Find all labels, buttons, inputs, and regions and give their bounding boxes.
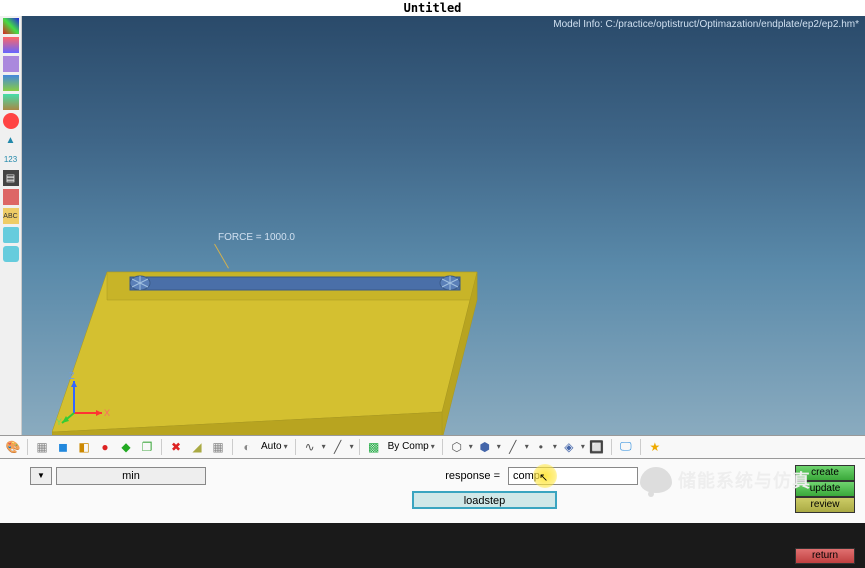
watermark-text: 储能系统与仿真 [678, 467, 811, 493]
bycomp-dropdown[interactable]: By Comp▾ [386, 441, 437, 452]
tool-icon-5[interactable] [3, 94, 19, 110]
cube-solid-blue-icon[interactable]: ◼ [54, 438, 72, 456]
line-dd[interactable]: ▾ [350, 442, 354, 451]
cube-wire-icon[interactable]: ▦ [33, 438, 51, 456]
delete-x-icon[interactable]: ✖ [167, 438, 185, 456]
cube-green-icon[interactable]: ◆ [117, 438, 135, 456]
axis-x-label: X [104, 408, 110, 418]
tool-icon-13[interactable] [3, 246, 19, 262]
erase-icon[interactable]: ◢ [188, 438, 206, 456]
tool-icon-2[interactable] [3, 37, 19, 53]
panel-area: ▼ min response = comp ↖ loadstep create … [0, 459, 865, 523]
shade-icon[interactable]: ◐ [238, 438, 256, 456]
tool-icon-9[interactable]: ▤ [3, 170, 19, 186]
watermark-overlay: 储能系统与仿真 [640, 467, 811, 493]
tool-icon-6[interactable] [3, 113, 19, 129]
star-icon[interactable]: ★ [646, 438, 664, 456]
viewport-3d[interactable]: Model Info: C:/practice/optistruct/Optim… [22, 16, 865, 435]
wechat-icon [640, 467, 672, 493]
axis-z-label: Z [69, 371, 75, 381]
tool-icon-4[interactable] [3, 75, 19, 91]
window-title: Untitled [0, 0, 865, 16]
tool-icon-7[interactable]: ▲ [3, 132, 19, 148]
shaded-icon[interactable]: ⬢ [476, 438, 494, 456]
curve-icon[interactable]: ∿ [301, 438, 319, 456]
objective-type-toggle[interactable]: ▼ [30, 467, 52, 485]
display-toolbar: 🎨 ▦ ◼ ◧ ● ◆ ❐ ✖ ◢ ▦ ◐ Auto▾ ∿ ▾ ╱ ▾ ▩ By… [0, 435, 865, 459]
axis-triad: X Z Y [56, 369, 112, 425]
loadstep-button[interactable]: loadstep [412, 491, 557, 509]
model-geometry [52, 252, 492, 435]
model-info-text: Model Info: C:/practice/optistruct/Optim… [553, 19, 859, 30]
left-toolbar: ▲ 123 ▤ ABC [0, 16, 22, 435]
review-button[interactable]: review [795, 497, 855, 513]
tool-icon-1[interactable] [3, 18, 19, 34]
force-annotation: FORCE = 1000.0 [218, 232, 295, 243]
return-button[interactable]: return [795, 548, 855, 564]
response-label: response = [439, 470, 504, 482]
tool-icon-10[interactable] [3, 189, 19, 205]
tool-icon-11[interactable]: ABC [3, 208, 19, 224]
mesh-green-icon[interactable]: ▩ [365, 438, 383, 456]
trans-icon[interactable]: ◈ [560, 438, 578, 456]
min-button[interactable]: min [56, 467, 206, 485]
curve-dd[interactable]: ▾ [322, 442, 326, 451]
color-swatch-icon[interactable]: 🎨 [4, 438, 22, 456]
tool-icon-12[interactable] [3, 227, 19, 243]
wireframe-icon[interactable]: ⬡ [448, 438, 466, 456]
tool-icon-8[interactable]: 123 [3, 151, 19, 167]
grid-icon[interactable]: ▦ [209, 438, 227, 456]
axis-y-label: Y [56, 417, 62, 425]
response-input[interactable]: comp ↖ [508, 467, 638, 485]
auto-dropdown[interactable]: Auto▾ [259, 441, 290, 452]
sphere-red-icon[interactable]: ● [96, 438, 114, 456]
layers-icon[interactable]: ❐ [138, 438, 156, 456]
monitor-icon[interactable]: 🖵 [617, 438, 635, 456]
edge-icon[interactable]: ╱ [504, 438, 522, 456]
cursor-pointer-icon: ↖ [539, 470, 548, 486]
footer-area: return [0, 523, 865, 568]
color-grid-icon[interactable]: 🔲 [588, 438, 606, 456]
tool-icon-3[interactable] [3, 56, 19, 72]
cube-iso-icon[interactable]: ◧ [75, 438, 93, 456]
line-icon[interactable]: ╱ [329, 438, 347, 456]
point-icon[interactable]: • [532, 438, 550, 456]
